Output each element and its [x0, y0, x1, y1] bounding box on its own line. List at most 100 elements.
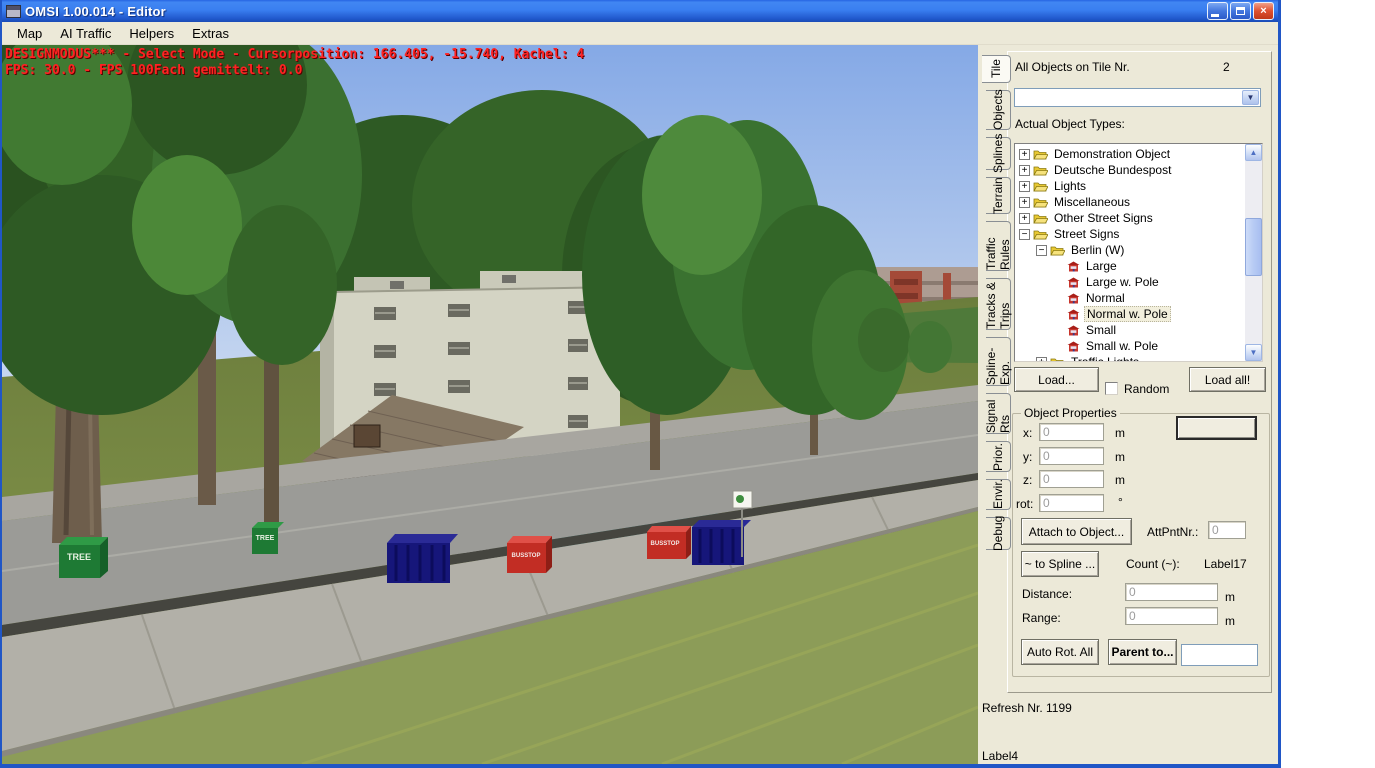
footer-label4: Label4 — [982, 749, 1018, 763]
z-input[interactable] — [1039, 470, 1104, 488]
expand-icon[interactable]: + — [1019, 197, 1030, 208]
tree-item-label: Lights — [1052, 179, 1088, 193]
object-types-tree[interactable]: +Demonstration Object+Deutsche Bundespos… — [1014, 143, 1263, 362]
tab-tracks-trips[interactable]: Tracks & Trips — [986, 278, 1011, 330]
attach-to-object-button[interactable]: Attach to Object... — [1021, 518, 1132, 545]
tree-item-label: Small w. Pole — [1084, 339, 1160, 353]
rot-input[interactable] — [1039, 494, 1104, 512]
tree-item-deutsche-bundespost[interactable]: +Deutsche Bundespost — [1015, 162, 1245, 178]
blue-container-left[interactable] — [387, 534, 458, 583]
object-properties-title: Object Properties — [1021, 406, 1120, 420]
tree-item-berlin-w-[interactable]: − Berlin (W) — [1015, 242, 1245, 258]
menu-item-helpers[interactable]: Helpers — [120, 24, 183, 43]
tree-item-other-street-signs[interactable]: +Other Street Signs — [1015, 210, 1245, 226]
tab-objects[interactable]: Objects — [986, 90, 1011, 130]
busstop-cube-right[interactable]: BUSSTOP — [647, 526, 691, 559]
tree-item-small-w-pole[interactable]: Small w. Pole — [1015, 338, 1245, 354]
attpntnr-input[interactable] — [1208, 521, 1246, 539]
tree-item-label: Large — [1084, 259, 1119, 273]
tree-item-label: Normal w. Pole — [1084, 306, 1171, 322]
expand-icon[interactable]: + — [1019, 213, 1030, 224]
tree-item-label: Large w. Pole — [1084, 275, 1161, 289]
svg-text:TREE: TREE — [67, 552, 91, 562]
tree-item-traffic-lights[interactable]: +Traffic Lights — [1015, 354, 1245, 362]
tab-traffic-rules[interactable]: Traffic Rules — [986, 221, 1011, 271]
restore-button[interactable] — [1230, 2, 1251, 20]
tab-spline-exp-[interactable]: Spline-Exp. — [986, 337, 1011, 386]
folder-icon — [1033, 148, 1048, 160]
tree-item-large-w-pole[interactable]: Large w. Pole — [1015, 274, 1245, 290]
count-value: Label17 — [1204, 557, 1247, 571]
range-input[interactable] — [1125, 607, 1218, 625]
screen: OMSI 1.00.014 - Editor × MapAI TrafficHe… — [0, 0, 1375, 768]
combobox-dropdown-icon[interactable]: ▼ — [1242, 90, 1259, 105]
x-input[interactable] — [1039, 423, 1104, 441]
main-area: BUSSTOP BUSSTOP — [2, 45, 1278, 764]
tree-scrollbar[interactable]: ▲ ▼ — [1245, 144, 1262, 361]
tree-item-label: Normal — [1084, 291, 1127, 305]
busstop-object-icon — [1067, 261, 1080, 272]
tab-envir-[interactable]: Envir. — [986, 479, 1011, 510]
scroll-up-icon[interactable]: ▲ — [1245, 144, 1262, 161]
blank-button[interactable] — [1176, 416, 1257, 440]
editor-side-panel: Tile Objects Splines Terrain Traffic Rules Tr… — [978, 45, 1278, 764]
object-selector-combobox[interactable]: ▼ — [1014, 88, 1261, 107]
tree-box-left[interactable]: TREE — [59, 537, 108, 578]
parent-to-button[interactable]: Parent to... — [1108, 639, 1177, 665]
x-unit: m — [1115, 426, 1125, 440]
menu-item-map[interactable]: Map — [8, 24, 51, 43]
tree-rows: +Demonstration Object+Deutsche Bundespos… — [1015, 146, 1245, 362]
tree-item-demonstration-object[interactable]: +Demonstration Object — [1015, 146, 1245, 162]
expand-icon[interactable]: + — [1019, 149, 1030, 160]
z-unit: m — [1115, 473, 1125, 487]
tab-debug[interactable]: Debug — [986, 517, 1011, 550]
expand-icon[interactable]: + — [1019, 165, 1030, 176]
tree-item-street-signs[interactable]: −Street Signs — [1015, 226, 1245, 242]
expand-icon[interactable]: + — [1019, 181, 1030, 192]
tab-prior-[interactable]: Prior. — [986, 441, 1011, 472]
menu-item-extras[interactable]: Extras — [183, 24, 238, 43]
tree-item-normal-w-pole[interactable]: Normal w. Pole — [1015, 306, 1245, 322]
load-button[interactable]: Load... — [1014, 367, 1099, 392]
random-checkbox[interactable] — [1105, 382, 1118, 395]
viewport-3d[interactable]: BUSSTOP BUSSTOP — [2, 45, 978, 764]
tree-item-small[interactable]: Small — [1015, 322, 1245, 338]
y-label: y: — [1023, 450, 1032, 464]
y-unit: m — [1115, 450, 1125, 464]
auto-rot-all-button[interactable]: Auto Rot. All — [1021, 639, 1099, 665]
tab-signal-rts[interactable]: Signal Rts — [986, 393, 1011, 434]
tree-item-normal[interactable]: Normal — [1015, 290, 1245, 306]
minimize-button[interactable] — [1207, 2, 1228, 20]
tree-item-miscellaneous[interactable]: +Miscellaneous — [1015, 194, 1245, 210]
tab-terrain[interactable]: Terrain — [986, 177, 1011, 214]
scrollbar-thumb[interactable] — [1245, 218, 1262, 276]
menu-item-ai-traffic[interactable]: AI Traffic — [51, 24, 120, 43]
omsi-editor-window: OMSI 1.00.014 - Editor × MapAI TrafficHe… — [0, 0, 1281, 768]
parent-to-input[interactable] — [1181, 644, 1258, 666]
close-button[interactable]: × — [1253, 2, 1274, 20]
y-input[interactable] — [1039, 447, 1104, 465]
distance-input[interactable] — [1125, 583, 1218, 601]
to-spline-button[interactable]: ~ to Spline ... — [1021, 551, 1099, 577]
busstop-object-icon — [1067, 325, 1080, 336]
tree-item-large[interactable]: Large — [1015, 258, 1245, 274]
busstop-cube-left[interactable]: BUSSTOP — [507, 536, 552, 573]
tab-splines[interactable]: Splines — [986, 137, 1011, 170]
tree-item-lights[interactable]: + Lights — [1015, 178, 1245, 194]
distance-unit: m — [1225, 590, 1235, 604]
tree-item-label: Berlin (W) — [1069, 243, 1126, 257]
load-all-button[interactable]: Load all! — [1189, 367, 1266, 392]
collapse-icon[interactable]: − — [1019, 229, 1030, 240]
expand-icon[interactable]: + — [1036, 357, 1047, 363]
folder-icon — [1033, 212, 1048, 224]
all-objects-count: 2 — [1223, 60, 1230, 74]
debug-line2: FPS: 30.0 - FPS 100Fach gemittelt: 0.0 — [5, 63, 302, 78]
tab-tile[interactable]: Tile — [982, 55, 1011, 83]
title-bar[interactable]: OMSI 1.00.014 - Editor × — [2, 0, 1278, 22]
folder-icon — [1050, 356, 1065, 362]
scroll-down-icon[interactable]: ▼ — [1245, 344, 1262, 361]
rot-label: rot: — [1016, 497, 1033, 511]
collapse-icon[interactable]: − — [1036, 245, 1047, 256]
range-unit: m — [1225, 614, 1235, 628]
folder-icon — [1033, 228, 1048, 240]
